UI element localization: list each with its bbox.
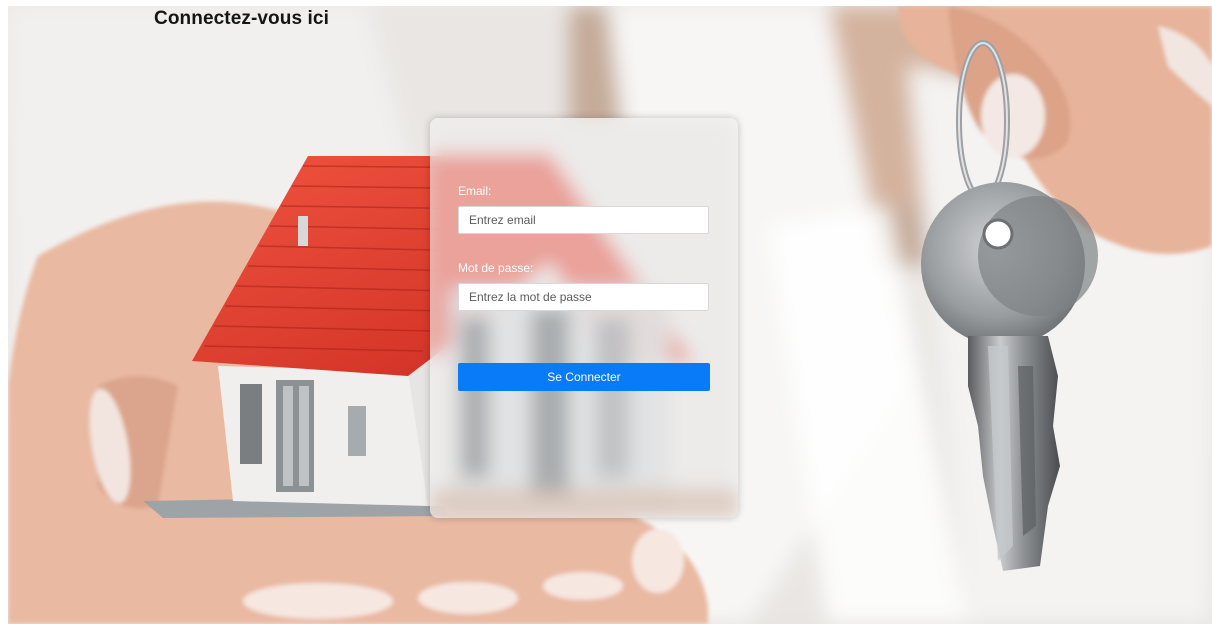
page-frame: Connectez-vous ici Email: Mot de passe: … [8,6,1212,624]
email-label: Email: [458,184,492,198]
password-label: Mot de passe: [458,261,534,275]
email-input[interactable] [458,206,709,234]
password-input[interactable] [458,283,709,311]
page-title: Connectez-vous ici [154,8,329,29]
login-button[interactable]: Se Connecter [458,363,710,391]
login-form: Email: Mot de passe: Se Connecter [430,118,738,518]
card-frosted-background [430,118,738,518]
